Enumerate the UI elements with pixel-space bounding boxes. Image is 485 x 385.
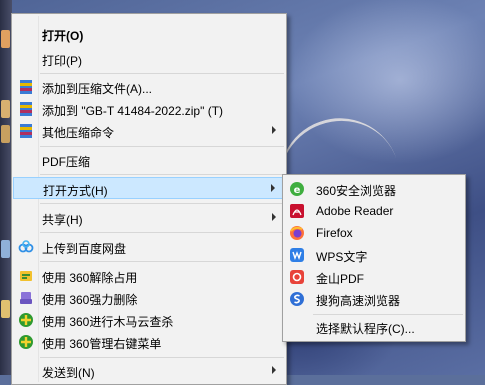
submenu-arrow-icon bbox=[272, 366, 276, 374]
menu-separator bbox=[313, 314, 463, 315]
menu-separator bbox=[40, 73, 284, 74]
kingsoft-pdf-icon bbox=[289, 269, 305, 285]
menu-item-label: WPS文字 bbox=[316, 250, 368, 264]
menu-item-print[interactable]: 打印(P) bbox=[13, 48, 285, 70]
menu-item-label: 其他压缩命令 bbox=[42, 126, 115, 140]
submenu-arrow-icon bbox=[271, 184, 275, 192]
menu-item-add-to-archive[interactable]: 添加到压缩文件(A)... bbox=[13, 76, 285, 98]
menu-item-label: 搜狗高速浏览器 bbox=[316, 294, 401, 308]
menu-item-label: PDF压缩 bbox=[42, 155, 91, 169]
menu-item-label: 添加到压缩文件(A)... bbox=[42, 82, 152, 96]
menu-item-pdf-compress[interactable]: PDF压缩 bbox=[13, 149, 285, 171]
menu-item-label: 使用 360管理右键菜单 bbox=[42, 337, 162, 351]
menu-item-label: 发送到(N) bbox=[42, 366, 95, 380]
desktop-file-icon[interactable] bbox=[1, 125, 10, 143]
menu-separator bbox=[40, 261, 284, 262]
desktop-file-icon[interactable] bbox=[1, 100, 10, 118]
menu-item-label: 打开方式(H) bbox=[43, 184, 108, 198]
menu-item-open[interactable]: 打开(O) bbox=[13, 23, 285, 45]
submenu-item-adobe-reader[interactable]: Adobe Reader bbox=[284, 200, 464, 222]
menu-item-label: 共享(H) bbox=[42, 213, 83, 227]
svg-text:e: e bbox=[294, 185, 301, 196]
menu-separator bbox=[40, 146, 284, 147]
menu-separator bbox=[40, 174, 284, 175]
360-trojan-scan-icon bbox=[18, 312, 34, 328]
menu-item-other-compress[interactable]: 其他压缩命令 bbox=[13, 120, 285, 142]
menu-item-label: 金山PDF bbox=[316, 272, 365, 286]
menu-item-360-shred[interactable]: 使用 360强力删除 bbox=[13, 287, 285, 309]
menu-separator bbox=[40, 232, 284, 233]
menu-separator bbox=[40, 357, 284, 358]
submenu-item-choose-default[interactable]: 选择默认程序(C)... bbox=[284, 316, 464, 338]
menu-item-label: 打印(P) bbox=[42, 54, 82, 68]
firefox-icon bbox=[289, 225, 305, 241]
menu-separator bbox=[40, 203, 284, 204]
submenu-item-kingsoft-pdf[interactable]: 金山PDF bbox=[284, 266, 464, 288]
winrar-archive-icon bbox=[18, 79, 34, 95]
menu-item-label: 360安全浏览器 bbox=[316, 184, 397, 198]
360-browser-icon: e bbox=[289, 181, 305, 197]
menu-item-label: 打开(O) bbox=[42, 29, 84, 43]
menu-item-share[interactable]: 共享(H) bbox=[13, 207, 285, 229]
desktop-file-icon[interactable] bbox=[1, 240, 10, 258]
submenu-arrow-icon bbox=[272, 126, 276, 134]
baidu-netdisk-icon bbox=[18, 239, 34, 255]
submenu-item-sogou-browser[interactable]: 搜狗高速浏览器 bbox=[284, 288, 464, 310]
submenu-item-wps-writer[interactable]: WPS文字 bbox=[284, 244, 464, 266]
menu-item-label: 使用 360解除占用 bbox=[42, 271, 138, 285]
submenu-arrow-icon bbox=[272, 213, 276, 221]
winrar-archive-icon bbox=[18, 101, 34, 117]
winrar-archive-icon bbox=[18, 123, 34, 139]
context-menu: 打开(O) 打印(P) 添加到压缩文件(A)... 添加到 "GB-T 4148… bbox=[11, 13, 287, 385]
360-shred-icon bbox=[18, 290, 34, 306]
360-unlock-icon bbox=[18, 268, 34, 284]
open-with-submenu: e 360安全浏览器 Adobe Reader Firefox WPS文字 金山… bbox=[282, 174, 466, 342]
submenu-item-360-browser[interactable]: e 360安全浏览器 bbox=[284, 178, 464, 200]
360-menu-manager-icon bbox=[18, 334, 34, 350]
submenu-item-firefox[interactable]: Firefox bbox=[284, 222, 464, 244]
menu-item-label: 选择默认程序(C)... bbox=[316, 322, 415, 336]
menu-item-360-menu-manager[interactable]: 使用 360管理右键菜单 bbox=[13, 331, 285, 353]
desktop-file-icon[interactable] bbox=[1, 300, 10, 318]
menu-item-upload-baidu[interactable]: 上传到百度网盘 bbox=[13, 236, 285, 258]
menu-item-label: 上传到百度网盘 bbox=[42, 242, 127, 256]
menu-item-label: Adobe Reader bbox=[316, 204, 394, 218]
menu-item-label: Firefox bbox=[316, 226, 353, 240]
menu-item-open-with[interactable]: 打开方式(H) bbox=[13, 177, 285, 199]
menu-item-add-to-zip[interactable]: 添加到 "GB-T 41484-2022.zip" (T) bbox=[13, 98, 285, 120]
desktop-file-icon[interactable] bbox=[1, 30, 10, 48]
menu-item-send-to[interactable]: 发送到(N) bbox=[13, 360, 285, 382]
menu-item-label: 使用 360进行木马云查杀 bbox=[42, 315, 174, 329]
adobe-reader-icon bbox=[289, 203, 305, 219]
wps-writer-icon bbox=[289, 247, 305, 263]
menu-item-360-unlock[interactable]: 使用 360解除占用 bbox=[13, 265, 285, 287]
menu-item-360-trojan-scan[interactable]: 使用 360进行木马云查杀 bbox=[13, 309, 285, 331]
menu-item-label: 添加到 "GB-T 41484-2022.zip" (T) bbox=[42, 104, 224, 118]
sogou-browser-icon bbox=[289, 291, 305, 307]
menu-item-label: 使用 360强力删除 bbox=[42, 293, 138, 307]
